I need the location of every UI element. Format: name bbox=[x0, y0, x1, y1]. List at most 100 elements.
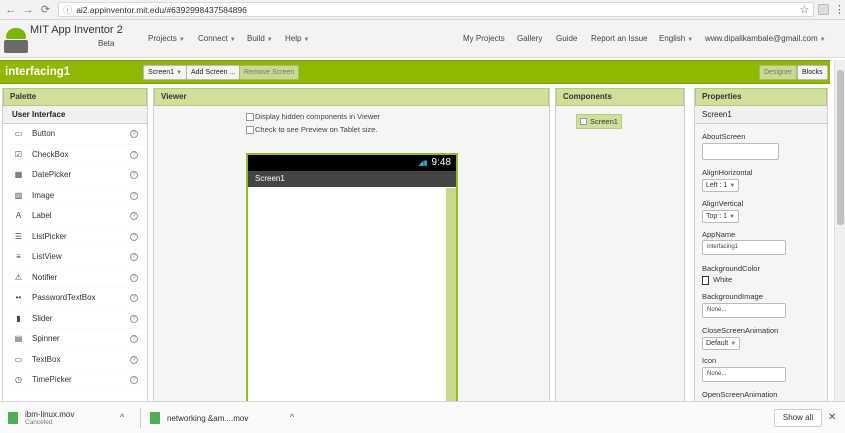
help-icon[interactable]: ? bbox=[130, 294, 138, 302]
address-bar[interactable]: ⓘ ai2.appinventor.mit.edu/#6392998437584… bbox=[58, 2, 815, 17]
help-icon[interactable]: ? bbox=[130, 273, 138, 282]
link-report-issue[interactable]: Report an Issue bbox=[591, 34, 647, 43]
palette-item[interactable]: ▭ TextBox? bbox=[3, 349, 147, 370]
palette-title: Palette bbox=[3, 88, 147, 106]
close-icon[interactable]: ✕ bbox=[828, 412, 836, 423]
help-icon[interactable]: ? bbox=[130, 150, 138, 159]
menu-build-label: Build bbox=[247, 34, 265, 43]
menu-connect-label: Connect bbox=[198, 34, 228, 43]
properties-title: Properties bbox=[695, 88, 827, 106]
checkbox-icon[interactable] bbox=[246, 125, 254, 134]
help-icon[interactable]: ? bbox=[130, 335, 138, 343]
screen-select-button[interactable]: Screen1 ▼ bbox=[143, 65, 188, 80]
browser-menu-icon[interactable]: ⋮ bbox=[834, 3, 845, 16]
about-screen-input[interactable] bbox=[702, 143, 779, 160]
forward-icon[interactable]: → bbox=[21, 3, 34, 17]
caret-down-icon: ▼ bbox=[178, 37, 185, 43]
link-gallery[interactable]: Gallery bbox=[517, 34, 542, 43]
help-icon[interactable]: ? bbox=[130, 130, 138, 138]
component-checkbox-icon[interactable] bbox=[580, 118, 587, 125]
back-icon[interactable]: ← bbox=[4, 3, 17, 17]
download-item[interactable]: networking &am....mov bbox=[150, 408, 248, 428]
palette-item[interactable]: •• PasswordTextBox? bbox=[3, 288, 147, 309]
palette-item[interactable]: ▦ DatePicker? bbox=[3, 165, 147, 186]
color-swatch[interactable] bbox=[702, 275, 709, 285]
help-icon[interactable]: ? bbox=[130, 314, 138, 323]
palette-item[interactable]: A Label? bbox=[3, 206, 147, 227]
image-icon: ▨ bbox=[14, 190, 23, 200]
palette-item[interactable]: ▮ Slider? bbox=[3, 308, 147, 329]
help-icon[interactable]: ? bbox=[130, 212, 138, 220]
background-image-label: BackgroundImage bbox=[702, 292, 763, 301]
background-color-picker[interactable]: White bbox=[702, 275, 732, 285]
menu-connect[interactable]: Connect ▼ bbox=[198, 34, 236, 43]
file-icon bbox=[8, 412, 18, 424]
menu-build[interactable]: Build ▼ bbox=[247, 34, 273, 43]
page-info-icon[interactable]: ⓘ bbox=[63, 3, 72, 16]
caret-down-icon: ▼ bbox=[730, 341, 737, 347]
link-my-projects[interactable]: My Projects bbox=[463, 34, 505, 43]
divider bbox=[140, 408, 141, 428]
slider-icon: ▮ bbox=[16, 313, 21, 323]
palette-item-label: TimePicker bbox=[32, 375, 72, 385]
properties-body: Screen1 AboutScreen AlignHorizontal Left… bbox=[695, 106, 827, 402]
download-filename: ibm-linux.mov bbox=[25, 410, 75, 419]
palette-item[interactable]: ☰ ListPicker? bbox=[3, 226, 147, 247]
menu-projects[interactable]: Projects ▼ bbox=[148, 34, 185, 43]
palette-item[interactable]: ▤ Spinner? bbox=[3, 329, 147, 350]
background-color-value: White bbox=[713, 275, 733, 284]
palette-category[interactable]: User Interface bbox=[3, 106, 147, 124]
help-icon[interactable]: ? bbox=[130, 253, 138, 261]
add-screen-button[interactable]: Add Screen ... bbox=[186, 65, 241, 80]
designer-button[interactable]: Designer bbox=[759, 65, 798, 80]
caret-down-icon: ▼ bbox=[303, 37, 310, 43]
phone-scrollbar[interactable] bbox=[446, 188, 456, 419]
help-icon[interactable]: ? bbox=[130, 232, 138, 241]
palette-item-label: DatePicker bbox=[32, 170, 72, 180]
help-icon[interactable]: ? bbox=[130, 355, 138, 364]
background-color-label: BackgroundColor bbox=[702, 264, 760, 273]
extension-icon[interactable] bbox=[818, 4, 829, 15]
chevron-up-icon[interactable]: ^ bbox=[290, 412, 294, 422]
icon-input[interactable]: None... bbox=[702, 367, 786, 382]
blocks-button[interactable]: Blocks bbox=[797, 65, 828, 80]
datepicker-icon: ▦ bbox=[14, 170, 23, 180]
reload-icon[interactable]: ⟳ bbox=[39, 3, 52, 17]
app-inventor-logo[interactable] bbox=[4, 24, 28, 54]
scrollbar-thumb[interactable] bbox=[837, 70, 844, 225]
app-name-input[interactable]: interfacing1 bbox=[702, 240, 786, 255]
align-vertical-select[interactable]: Top : 1 ▼ bbox=[702, 210, 739, 223]
palette-item[interactable]: ⚠ Notifier? bbox=[3, 267, 147, 288]
palette-item[interactable]: ◷ TimePicker? bbox=[3, 370, 147, 391]
timepicker-icon: ◷ bbox=[15, 375, 22, 385]
align-horizontal-label: AlignHorizontal bbox=[702, 168, 753, 177]
background-image-input[interactable]: None... bbox=[702, 303, 786, 318]
download-filename: networking &am....mov bbox=[167, 413, 249, 423]
help-icon[interactable]: ? bbox=[130, 171, 138, 179]
checkbox-icon[interactable] bbox=[246, 112, 254, 121]
help-icon[interactable]: ? bbox=[130, 191, 138, 200]
about-screen-label: AboutScreen bbox=[702, 132, 746, 141]
close-animation-select[interactable]: Default ▼ bbox=[702, 337, 741, 350]
listview-icon: ≡ bbox=[16, 252, 21, 262]
chevron-up-icon[interactable]: ^ bbox=[120, 412, 124, 422]
palette-item[interactable]: ≡ ListView? bbox=[3, 247, 147, 268]
bookmark-star-icon[interactable]: ☆ bbox=[800, 3, 810, 16]
menu-help[interactable]: Help ▼ bbox=[285, 34, 309, 43]
component-screen1[interactable]: Screen1 bbox=[576, 114, 622, 129]
language-menu[interactable]: English ▼ bbox=[659, 34, 693, 43]
page-scrollbar[interactable] bbox=[834, 60, 845, 401]
palette-item[interactable]: ▨ Image? bbox=[3, 185, 147, 206]
hidden-components-checkbox[interactable]: Display hidden components in Viewer bbox=[246, 112, 380, 121]
help-icon[interactable]: ? bbox=[130, 376, 138, 384]
account-menu[interactable]: www.dipalikambale@gmail.com ▼ bbox=[705, 34, 826, 43]
app-header: MIT App Inventor 2 Beta Projects ▼ Connec… bbox=[0, 20, 845, 58]
show-all-button[interactable]: Show all bbox=[774, 409, 822, 427]
palette-item[interactable]: ▭ Button? bbox=[3, 124, 147, 145]
tablet-preview-checkbox[interactable]: Check to see Preview on Tablet size. bbox=[246, 125, 377, 134]
phone-preview[interactable]: ◢▮ 9:48 Screen1 bbox=[246, 153, 458, 419]
download-item[interactable]: ibm-linux.mov Canceled bbox=[8, 408, 74, 428]
link-guide[interactable]: Guide bbox=[556, 34, 577, 43]
palette-item[interactable]: ☑ CheckBox? bbox=[3, 144, 147, 165]
align-horizontal-select[interactable]: Left : 1 ▼ bbox=[702, 179, 740, 192]
